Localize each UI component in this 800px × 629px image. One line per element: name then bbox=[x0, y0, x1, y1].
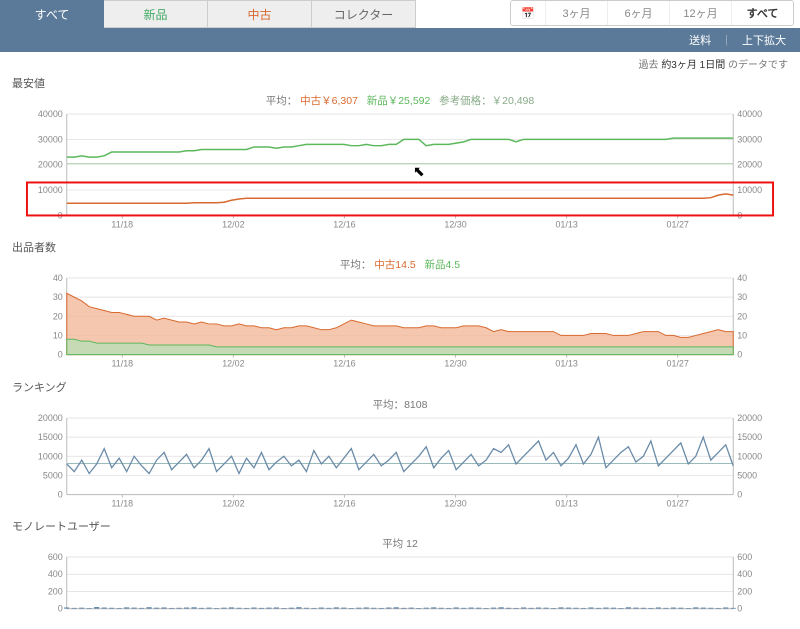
svg-text:5000: 5000 bbox=[43, 470, 63, 480]
svg-text:12/16: 12/16 bbox=[333, 359, 355, 369]
svg-text:11/18: 11/18 bbox=[111, 498, 133, 508]
svg-text:01/13: 01/13 bbox=[555, 498, 577, 508]
calendar-icon[interactable]: 📅 bbox=[511, 1, 545, 25]
svg-text:0: 0 bbox=[58, 489, 63, 499]
svg-text:11/18: 11/18 bbox=[111, 359, 133, 369]
svg-text:0: 0 bbox=[737, 489, 742, 499]
range-selector: 📅 3ヶ月 6ヶ月 12ヶ月 すべて bbox=[510, 0, 794, 26]
chart-title-price: 最安値 bbox=[12, 75, 788, 91]
link-shipping[interactable]: 送料 bbox=[689, 32, 711, 48]
chart-title-sellers: 出品者数 bbox=[12, 239, 788, 255]
svg-text:01/13: 01/13 bbox=[555, 359, 577, 369]
chart-avg-sellers: 平均： 中古14.5 新品4.5 bbox=[12, 257, 788, 272]
tab-collector[interactable]: コレクター bbox=[312, 0, 416, 28]
range-12m[interactable]: 12ヶ月 bbox=[669, 1, 731, 25]
svg-text:11/18: 11/18 bbox=[111, 219, 133, 229]
svg-text:0: 0 bbox=[58, 604, 63, 614]
svg-text:10000: 10000 bbox=[38, 451, 63, 461]
chart-avg-price: 平均： 中古￥6,307 新品￥25,592 参考価格：￥20,498 bbox=[12, 93, 788, 108]
data-period-note: 過去 約3ヶ月 1日間 のデータです bbox=[0, 52, 800, 71]
svg-text:01/27: 01/27 bbox=[667, 359, 689, 369]
condition-tabs: すべて 新品 中古 コレクター bbox=[0, 0, 416, 28]
svg-text:12/30: 12/30 bbox=[444, 498, 466, 508]
range-all[interactable]: すべて bbox=[731, 1, 793, 25]
svg-text:12/02: 12/02 bbox=[222, 219, 244, 229]
svg-text:20000: 20000 bbox=[737, 414, 762, 423]
svg-text:10000: 10000 bbox=[38, 185, 63, 195]
svg-text:200: 200 bbox=[48, 587, 63, 597]
svg-text:0: 0 bbox=[737, 350, 742, 360]
svg-text:12/16: 12/16 bbox=[333, 219, 355, 229]
svg-text:15000: 15000 bbox=[38, 432, 63, 442]
svg-text:20: 20 bbox=[737, 312, 747, 322]
svg-text:15000: 15000 bbox=[737, 432, 762, 442]
svg-text:12/02: 12/02 bbox=[222, 498, 244, 508]
chart-title-rank: ランキング bbox=[12, 379, 788, 395]
svg-text:01/27: 01/27 bbox=[667, 498, 689, 508]
range-3m[interactable]: 3ヶ月 bbox=[545, 1, 607, 25]
chart-rank: 0 0 5000 5000 10000 10000 15000 15000 20000 20000… bbox=[12, 414, 788, 509]
tab-all[interactable]: すべて bbox=[0, 0, 104, 28]
svg-text:01/13: 01/13 bbox=[555, 219, 577, 229]
chart-price: 0010000100002000020000300003000040000400… bbox=[12, 110, 788, 229]
chart-avg-users: 平均 12 bbox=[12, 536, 788, 551]
svg-text:200: 200 bbox=[737, 587, 752, 597]
tab-new[interactable]: 新品 bbox=[104, 0, 208, 28]
svg-text:5000: 5000 bbox=[737, 470, 757, 480]
svg-text:01/27: 01/27 bbox=[667, 219, 689, 229]
chart-sellers: 0 0 10 10 20 20 30 30 40 40 11/18 12/02 12/16 12/30 01… bbox=[12, 274, 788, 369]
link-expand[interactable]: 上下拡大 bbox=[742, 32, 786, 48]
svg-text:12/30: 12/30 bbox=[444, 219, 466, 229]
svg-text:30000: 30000 bbox=[737, 134, 762, 144]
svg-text:12/30: 12/30 bbox=[444, 359, 466, 369]
sub-toolbar: 送料 | 上下拡大 bbox=[0, 28, 800, 52]
svg-text:10000: 10000 bbox=[737, 185, 762, 195]
svg-text:30: 30 bbox=[53, 292, 63, 302]
svg-text:40000: 40000 bbox=[38, 110, 63, 119]
svg-text:30: 30 bbox=[737, 292, 747, 302]
svg-text:400: 400 bbox=[737, 570, 752, 580]
svg-text:40: 40 bbox=[53, 274, 63, 283]
svg-text:10000: 10000 bbox=[737, 451, 762, 461]
svg-text:400: 400 bbox=[48, 570, 63, 580]
svg-text:0: 0 bbox=[737, 604, 742, 614]
svg-text:30000: 30000 bbox=[38, 134, 63, 144]
svg-text:20000: 20000 bbox=[38, 414, 63, 423]
chart-avg-rank: 平均：8108 bbox=[12, 397, 788, 412]
svg-text:10: 10 bbox=[53, 331, 63, 341]
range-6m[interactable]: 6ヶ月 bbox=[607, 1, 669, 25]
chart-users: 00200200400400600600 bbox=[12, 553, 788, 623]
svg-text:20000: 20000 bbox=[737, 160, 762, 170]
tab-used[interactable]: 中古 bbox=[208, 0, 312, 28]
svg-text:0: 0 bbox=[58, 350, 63, 360]
svg-text:40: 40 bbox=[737, 274, 747, 283]
svg-text:20: 20 bbox=[53, 312, 63, 322]
svg-text:20000: 20000 bbox=[38, 160, 63, 170]
svg-text:12/16: 12/16 bbox=[333, 498, 355, 508]
svg-text:40000: 40000 bbox=[737, 110, 762, 119]
svg-text:12/02: 12/02 bbox=[222, 359, 244, 369]
svg-text:10: 10 bbox=[737, 331, 747, 341]
chart-title-users: モノレートユーザー bbox=[12, 518, 788, 534]
